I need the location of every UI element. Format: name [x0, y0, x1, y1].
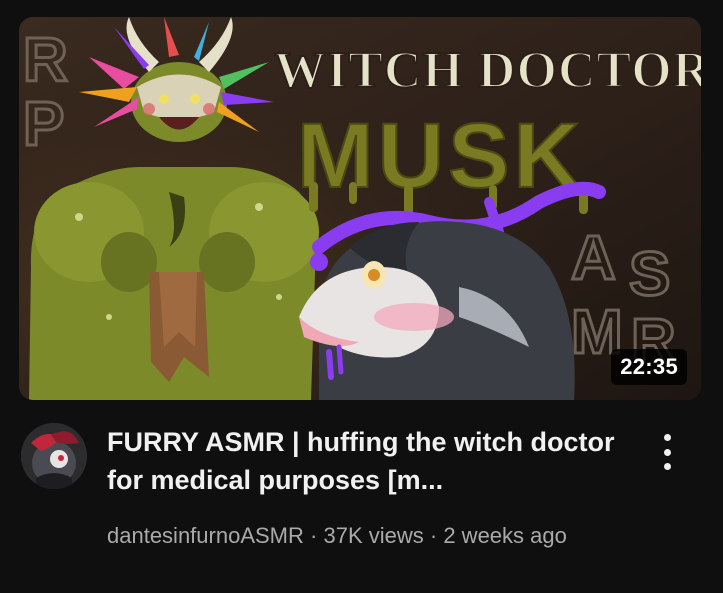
- thumbnail-art: R P A S M R WITCH DOCTOR MUSK: [19, 17, 701, 400]
- view-count: 37K views: [323, 523, 424, 548]
- meta-separator: ·: [429, 523, 438, 548]
- video-metadata: dantesinfurnoASMR · 37K views · 2 weeks …: [107, 520, 627, 552]
- avatar-image: [21, 423, 87, 489]
- ellipsis-dot: [663, 463, 671, 470]
- channel-name[interactable]: dantesinfurnoASMR: [107, 523, 304, 548]
- thumb-letter-s: S: [629, 240, 670, 309]
- video-title[interactable]: FURRY ASMR | huffing the witch doctor fo…: [107, 423, 637, 499]
- channel-avatar[interactable]: [21, 423, 87, 489]
- thumb-title-line2: MUSK: [297, 105, 584, 207]
- video-thumbnail[interactable]: R P A S M R WITCH DOCTOR MUSK 22:35: [19, 17, 701, 400]
- thumb-letter-p: P: [23, 90, 64, 159]
- thumb-letter-a: A: [571, 224, 616, 293]
- video-card[interactable]: R P A S M R WITCH DOCTOR MUSK 22:35 FURR…: [0, 0, 723, 593]
- meta-separator: ·: [310, 523, 318, 548]
- more-actions-button[interactable]: [652, 430, 682, 474]
- thumb-letter-r: R: [23, 26, 68, 95]
- upload-age: 2 weeks ago: [443, 523, 567, 548]
- duration-badge: 22:35: [611, 349, 687, 385]
- vertical-ellipsis-icon: [663, 434, 671, 441]
- thumb-title-line1: WITCH DOCTOR: [274, 42, 701, 99]
- ellipsis-dot: [663, 448, 671, 456]
